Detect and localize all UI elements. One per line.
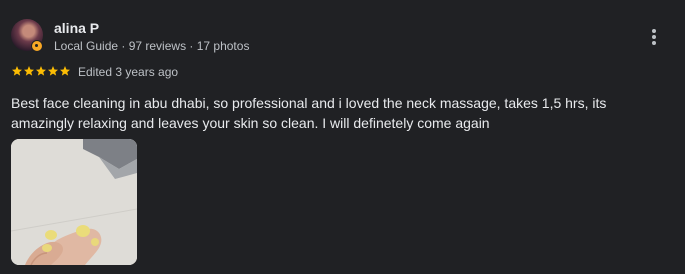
reviewer-name[interactable]: alina P <box>54 20 99 36</box>
review-text: Best face cleaning in abu dhabi, so prof… <box>11 95 607 131</box>
star-rating <box>11 65 71 77</box>
more-vertical-icon <box>652 29 656 33</box>
review-photo[interactable] <box>11 139 137 265</box>
star-icon <box>60 66 70 76</box>
star-icon <box>12 66 22 76</box>
star-icon <box>24 66 34 76</box>
local-guide-badge-icon <box>31 40 43 52</box>
avatar[interactable] <box>11 19 43 52</box>
photo-image <box>11 139 137 265</box>
reviewer-meta[interactable]: Local Guide · 97 reviews · 17 photos <box>54 39 249 53</box>
review-card: alina P Local Guide · 97 reviews · 17 ph… <box>0 0 685 274</box>
star-icon <box>48 66 58 76</box>
star-icon <box>36 66 46 76</box>
edited-timestamp: Edited 3 years ago <box>78 65 179 79</box>
more-options-button[interactable] <box>644 26 664 48</box>
